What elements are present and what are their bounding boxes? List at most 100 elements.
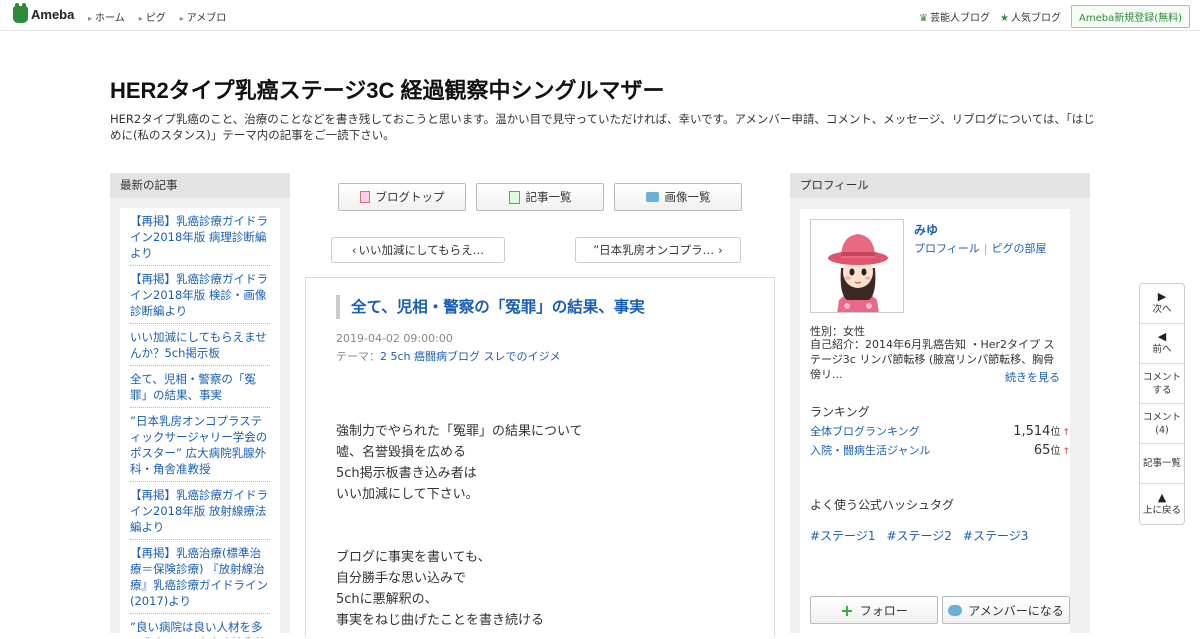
global-header: Ameba ホーム ピグ アメブロ ♛芸能人ブログ ★人気ブログ Ameba新規…: [0, 0, 1200, 31]
profile-link[interactable]: プロフィール: [914, 242, 980, 255]
image-list-button[interactable]: 画像一覧: [614, 183, 742, 211]
pig-room-link[interactable]: ピグの部屋: [992, 242, 1047, 255]
entry-theme-label: テーマ：: [336, 350, 380, 363]
body-line: いい加減にして下さい。: [336, 487, 479, 502]
read-more-link[interactable]: 続きを見る: [1005, 369, 1060, 385]
recent-entry-link[interactable]: ”良い病院は良い人材を多く輩出する” 広大病院乳腺: [130, 620, 266, 638]
entry-list-side-label: 記事一覧: [1142, 458, 1181, 469]
entry-body: 強制力でやられた「冤罪」の結果について 嘘、名誉毀損を広める 5ch掲示板書き込…: [336, 421, 583, 631]
nav-ameblo[interactable]: アメブロ: [180, 9, 227, 24]
comment-button[interactable]: コメント する: [1140, 364, 1184, 404]
hashtag-link[interactable]: #ステージ1: [810, 527, 875, 544]
popular-blog-link[interactable]: ★ 人気ブログ: [1000, 9, 1061, 24]
recent-entry-link[interactable]: 全て、児相・警察の「冤罪」の結果、事実: [130, 372, 256, 402]
profile-box: みゆ プロフィール | ピグの部屋 性別：女性 自己紹介：2014年6月乳癌告知 ・…: [800, 209, 1070, 639]
list-item: 【再掲】乳癌診療ガイドライン2018年版 病理診断編より: [130, 208, 270, 266]
play-right-icon: ▶: [1157, 290, 1167, 303]
image-list-label: 画像一覧: [664, 190, 711, 204]
avatar[interactable]: [810, 219, 904, 313]
ranking-heading: ランキング: [810, 405, 870, 419]
recent-entry-link[interactable]: 【再掲】乳癌診療ガイドライン2018年版 検診・画像診断編より: [130, 272, 268, 318]
list-item: ”良い病院は良い人材を多く輩出する” 広大病院乳腺: [130, 614, 270, 638]
entry-list-button[interactable]: 記事一覧: [476, 183, 604, 211]
rank-number: 65: [1033, 443, 1051, 458]
recent-entries-list: 【再掲】乳癌診療ガイドライン2018年版 病理診断編より 【再掲】乳癌診療ガイド…: [120, 208, 280, 638]
recent-entry-link[interactable]: ”日本乳房オンコプラスティックサージャリー学会のポスター” 広大病院乳腺外科・角…: [130, 414, 267, 476]
hashtag-link[interactable]: #ステージ2: [886, 527, 951, 544]
body-line: 嘘、名誉毀損を広める: [336, 445, 467, 460]
plus-icon: +: [840, 600, 854, 620]
comments-count-button[interactable]: コメント (4): [1140, 404, 1184, 444]
recent-entries-heading: 最新の記事: [110, 173, 290, 198]
prev-entry-button[interactable]: ‹ いい加減にしてもらえ…: [331, 237, 505, 263]
ranking-row: 全体ブログランキング 1,514位 ↑: [810, 423, 1070, 439]
celeb-blog-link[interactable]: ♛ 芸能人ブログ: [919, 9, 990, 24]
nav-home[interactable]: ホーム: [88, 9, 125, 24]
ameba-logo[interactable]: Ameba: [13, 3, 75, 23]
hashtag-heading: よく使う公式ハッシュタグ: [810, 498, 955, 512]
ranking-label[interactable]: 全体ブログランキング: [810, 423, 920, 439]
next-label: 次へ: [1152, 304, 1172, 315]
recent-entry-link[interactable]: 【再掲】乳癌診療ガイドライン2018年版 放射線療法編より: [130, 488, 268, 534]
avatar-illustration: [811, 220, 903, 312]
ranking-row: 入院・闘病生活ジャンル 65位 ↑: [810, 442, 1070, 458]
follow-button[interactable]: + フォロー: [810, 596, 938, 624]
amember-button[interactable]: アメンバーになる: [942, 596, 1070, 624]
play-left-icon: ◀: [1157, 330, 1167, 343]
article: 全て、児相・警察の「冤罪」の結果、事実 2019-04-02 09:00:00 …: [305, 277, 775, 637]
prev-button[interactable]: ◀ 前へ: [1140, 324, 1184, 364]
body-line: 5ch掲示板書き込み者は: [336, 466, 477, 481]
popular-blog-label: 人気ブログ: [1010, 13, 1061, 24]
rank-unit: 位: [1050, 427, 1061, 438]
comment-label-1: コメント: [1142, 371, 1181, 383]
logo-text: Ameba: [31, 7, 75, 22]
hashtag-list: #ステージ1 #ステージ2 #ステージ3: [810, 527, 1028, 544]
recent-entry-link[interactable]: いい加減にしてもらえませんか？5ch掲示板: [130, 330, 267, 360]
back-to-top-label: 上に戻る: [1142, 504, 1181, 516]
hashtag-link[interactable]: #ステージ3: [963, 527, 1028, 544]
ranking-value: 65位 ↑: [1034, 442, 1070, 458]
speech-bubble-icon: [948, 604, 963, 616]
prev-entry-label: いい加減にしてもらえ…: [358, 243, 485, 257]
profile-links: プロフィール | ピグの部屋: [914, 240, 1047, 256]
recent-entry-link[interactable]: 【再掲】乳癌治療(標準治療＝保険診療) 『放射線治療』乳癌診療ガイドライン(20…: [130, 546, 268, 608]
document-icon: [359, 191, 370, 203]
top-right-links: ♛ 芸能人ブログ ★ 人気ブログ Ameba新規登録(無料): [919, 5, 1200, 28]
blog-title[interactable]: HER2タイプ乳癌ステージ3C 経過観察中シングルマザー: [110, 73, 1100, 105]
chevron-right-icon: ›: [718, 243, 723, 257]
ranking-value: 1,514位 ↑: [1013, 423, 1070, 439]
back-to-top-button[interactable]: ▲ 上に戻る: [1140, 484, 1184, 524]
recent-entry-link[interactable]: 【再掲】乳癌診療ガイドライン2018年版 病理診断編より: [130, 214, 268, 260]
comments-label-1: コメント: [1142, 411, 1181, 423]
blog-top-label: ブログトップ: [375, 190, 445, 204]
comments-label-2: (4): [1155, 424, 1169, 436]
comment-label-2: する: [1152, 384, 1172, 396]
floating-nav: ▶ 次へ ◀ 前へ コメント する コメント (4) 記事一覧 ▲ 上に戻る: [1139, 283, 1185, 525]
profile-heading: プロフィール: [790, 173, 1090, 198]
next-entry-button[interactable]: ”日本乳房オンコプラ… ›: [575, 237, 741, 263]
entry-date: 2019-04-02 09:00:00: [336, 332, 453, 345]
next-entry-label: ”日本乳房オンコプラ…: [593, 243, 715, 257]
blog-nav-buttons: ブログトップ 記事一覧 画像一覧: [338, 183, 742, 211]
list-item: 全て、児相・警察の「冤罪」の結果、事実: [130, 366, 270, 408]
list-item: ”日本乳房オンコプラスティックサージャリー学会のポスター” 広大病院乳腺外科・角…: [130, 408, 270, 482]
register-button[interactable]: Ameba新規登録(無料): [1070, 5, 1190, 28]
blog-description: HER2タイプ乳癌のこと、治療のことなどを書き残しておこうと思います。温かい目で…: [110, 112, 1095, 142]
prev-label: 前へ: [1152, 344, 1172, 355]
entry-title[interactable]: 全て、児相・警察の「冤罪」の結果、事実: [336, 295, 645, 319]
list-item: いい加減にしてもらえませんか？5ch掲示板: [130, 324, 270, 366]
next-button[interactable]: ▶ 次へ: [1140, 284, 1184, 324]
body-line: 事実をねじ曲げたことを書き続ける: [336, 613, 545, 628]
entry-theme-link[interactable]: 2 5ch 癌闘病ブログ スレでのイジメ: [380, 350, 561, 363]
rank-number: 1,514: [1013, 424, 1051, 439]
crown-icon: ♛: [919, 13, 929, 24]
ranking-label[interactable]: 入院・闘病生活ジャンル: [810, 442, 930, 458]
profile-name[interactable]: みゆ: [914, 221, 938, 238]
entry-list-side-button[interactable]: 記事一覧: [1140, 444, 1184, 484]
recent-entries-panel: 最新の記事 【再掲】乳癌診療ガイドライン2018年版 病理診断編より 【再掲】乳…: [110, 173, 290, 638]
nav-pigg[interactable]: ピグ: [139, 9, 166, 24]
blog-top-button[interactable]: ブログトップ: [338, 183, 466, 211]
follow-label: フォロー: [859, 603, 908, 618]
entry-list-label: 記事一覧: [525, 190, 572, 204]
rank-up-icon: ↑: [1062, 447, 1070, 457]
